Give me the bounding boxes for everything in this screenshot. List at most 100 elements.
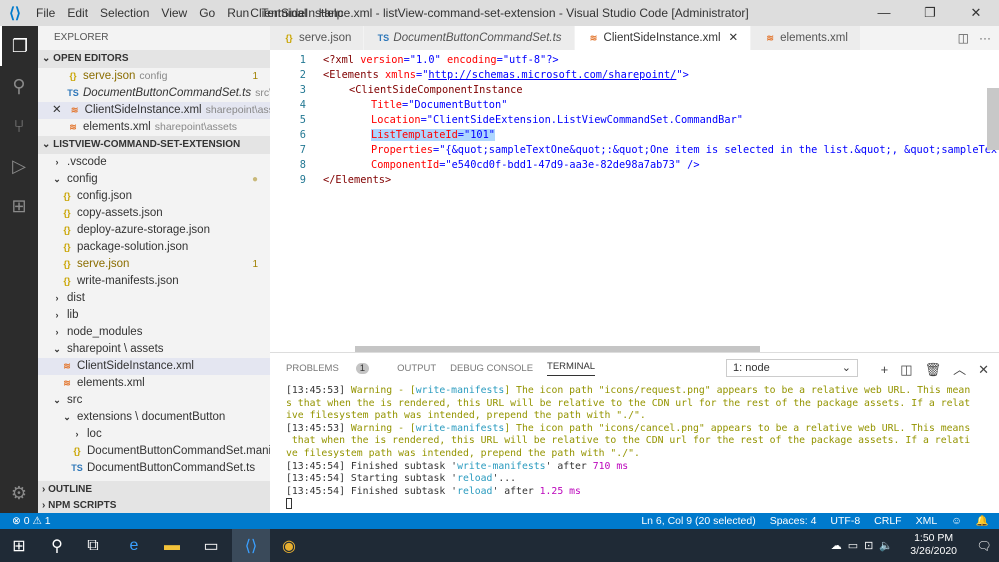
outline-header[interactable]: › OUTLINE <box>38 481 270 499</box>
minimize-button[interactable]: — <box>861 0 907 26</box>
tab-serve-json[interactable]: {} serve.json <box>270 26 365 50</box>
edge-browser-icon[interactable]: e <box>115 529 153 562</box>
tab-elements-xml[interactable]: ≋ elements.xml <box>751 26 861 50</box>
tree-folder[interactable]: › dist <box>38 290 270 307</box>
task-view-icon[interactable]: ⧉ <box>74 529 112 562</box>
npm-scripts-header[interactable]: › NPM SCRIPTS <box>38 499 270 513</box>
explorer-icon[interactable]: ❐ <box>0 26 38 66</box>
tree-folder[interactable]: ⌄ extensions \ documentButton <box>38 409 270 426</box>
problems-status[interactable]: ⊗ 0 ⚠ 1 <box>12 513 51 529</box>
tab-problems[interactable]: PROBLEMS 1 <box>286 362 383 374</box>
json-file-icon: {} <box>63 208 71 218</box>
open-editor-item[interactable]: TS DocumentButtonCommandSet.tssrc\exte... <box>38 85 270 102</box>
tree-file[interactable]: {} copy-assets.json <box>38 205 270 222</box>
tab-documentbuttoncommandset-ts[interactable]: TS DocumentButtonCommandSet.ts <box>364 26 575 50</box>
code-line-9: </Elements> <box>323 174 392 186</box>
run-debug-icon[interactable]: ▷ <box>0 146 38 186</box>
notifications-icon[interactable]: 🔔 <box>976 513 989 529</box>
source-control-icon[interactable]: ⑂ <box>0 106 38 146</box>
activity-bar: ❐ ⚲ ⑂ ▷ ⊞ ⚙ <box>0 26 38 513</box>
json-file-icon: {} <box>63 191 71 201</box>
explorer-sidebar: EXPLORER ⌄ OPEN EDITORS {} serve.json conf… <box>38 26 270 513</box>
menu-run[interactable]: Run <box>227 6 249 20</box>
tree-file[interactable]: {} config.json <box>38 188 270 205</box>
terminal-output[interactable]: [13:45:53] Warning - [write-manifests] T… <box>286 385 971 510</box>
tree-file[interactable]: TS DocumentButtonCommandSet.ts <box>38 460 270 477</box>
open-editor-item[interactable]: {} serve.json config 1 <box>38 68 270 85</box>
notification-center-icon[interactable]: 🗨 <box>969 529 999 562</box>
tab-debug-console[interactable]: DEBUG CONSOLE <box>450 363 533 374</box>
close-panel-icon[interactable]: ✕ <box>978 362 989 377</box>
tree-folder[interactable]: ⌄ sharepoint \ assets <box>38 341 270 358</box>
tree-file[interactable]: {} write-manifests.json <box>38 273 270 290</box>
split-terminal-icon[interactable]: ◫ <box>900 362 912 377</box>
tree-item-label: sharepoint \ assets <box>67 343 164 355</box>
menu-terminal[interactable]: Terminal <box>261 6 306 20</box>
terminal-app-icon[interactable]: ▭ <box>192 529 230 562</box>
json-file-icon: {} <box>63 259 71 269</box>
line-ending[interactable]: CRLF <box>874 513 901 529</box>
tree-file[interactable]: {} serve.json 1 <box>38 256 270 273</box>
tab-terminal[interactable]: TERMINAL <box>547 361 596 376</box>
tree-folder[interactable]: › .vscode <box>38 154 270 171</box>
menu-help[interactable]: Help <box>319 6 344 20</box>
tree-file[interactable]: {} deploy-azure-storage.json <box>38 222 270 239</box>
line-number: 7 <box>299 144 306 156</box>
indentation[interactable]: Spaces: 4 <box>770 513 817 529</box>
code-line-3: <ClientSideComponentInstance <box>349 84 523 96</box>
settings-gear-icon[interactable]: ⚙ <box>0 473 38 513</box>
menu-go[interactable]: Go <box>199 6 215 20</box>
menu-file[interactable]: File <box>36 6 55 20</box>
close-button[interactable]: ✕ <box>953 0 999 26</box>
kill-terminal-icon[interactable]: 🗑 <box>925 362 942 377</box>
search-icon[interactable]: ⚲ <box>38 529 76 562</box>
tab-output[interactable]: OUTPUT <box>397 363 436 374</box>
menu-edit[interactable]: Edit <box>67 6 88 20</box>
tree-file[interactable]: ≋ elements.xml <box>38 375 270 392</box>
more-actions-icon[interactable]: ··· <box>979 31 991 45</box>
xmlns-link[interactable]: http://schemas.microsoft.com/sharepoint/ <box>428 69 676 81</box>
cursor-position[interactable]: Ln 6, Col 9 (20 selected) <box>641 513 755 529</box>
menu-selection[interactable]: Selection <box>100 6 149 20</box>
open-editor-item[interactable]: ≋ elements.xml sharepoint\assets <box>38 119 270 136</box>
vscode-taskbar-icon[interactable]: ⟨⟩ <box>232 529 270 562</box>
encoding[interactable]: UTF-8 <box>830 513 860 529</box>
close-icon[interactable]: ✕ <box>52 104 62 116</box>
tree-folder[interactable]: ⌄ src <box>38 392 270 409</box>
tree-folder[interactable]: › lib <box>38 307 270 324</box>
search-icon[interactable]: ⚲ <box>0 66 38 106</box>
extensions-icon[interactable]: ⊞ <box>0 186 38 226</box>
menu-view[interactable]: View <box>161 6 187 20</box>
split-editor-icon[interactable]: ◫ <box>958 31 969 45</box>
code-editor[interactable]: 1 2 3 4 5 6 7 8 9 <?xml version="1.0" encoding="… <box>270 50 999 352</box>
tree-folder[interactable]: ⌄ config ● <box>38 171 270 188</box>
terminal-line: [13:45:53] Warning - [write-manifests] T… <box>286 422 971 434</box>
clock[interactable]: 1:50 PM 3/26/2020 <box>910 532 957 558</box>
code-line-4: Title="DocumentButton" <box>371 99 508 111</box>
terminal-line: [13:45:54] Finished subtask 'write-manif… <box>286 460 629 472</box>
tree-folder[interactable]: › loc <box>38 426 270 443</box>
project-header[interactable]: ⌄ LISTVIEW-COMMAND-SET-EXTENSION <box>38 136 270 154</box>
tree-folder[interactable]: › node_modules <box>38 324 270 341</box>
editor-vertical-scrollbar[interactable] <box>985 50 999 346</box>
chrome-icon[interactable]: ◉ <box>270 529 308 562</box>
open-editor-item[interactable]: ✕ ≋ ClientSideInstance.xmlsharepoint\asset… <box>38 102 270 119</box>
terminal-select[interactable]: 1: node ⌄ <box>726 359 858 377</box>
chevron-right-icon: › <box>75 429 79 439</box>
tree-file[interactable]: ≋ ClientSideInstance.xml <box>38 358 270 375</box>
tree-file[interactable]: {} package-solution.json <box>38 239 270 256</box>
tree-item-label: node_modules <box>67 326 143 338</box>
maximize-panel-icon[interactable]: ︿ <box>953 362 966 377</box>
start-button[interactable]: ⊞ <box>0 529 38 562</box>
open-editors-header[interactable]: ⌄ OPEN EDITORS <box>38 50 270 68</box>
file-explorer-icon[interactable]: ▬ <box>153 529 191 562</box>
restore-button[interactable]: ❐ <box>907 0 953 26</box>
close-tab-icon[interactable]: ✕ <box>729 32 739 44</box>
tree-file[interactable]: {} DocumentButtonCommandSet.manifest.j... <box>38 443 270 460</box>
file-name: serve.json <box>83 70 136 82</box>
new-terminal-icon[interactable]: + <box>881 362 889 377</box>
system-tray[interactable]: ☁▭⊡🔈 <box>831 539 899 552</box>
language-mode[interactable]: XML <box>916 513 938 529</box>
feedback-icon[interactable]: ☺ <box>951 513 962 529</box>
tab-clientsideinstance-xml[interactable]: ≋ ClientSideInstance.xml ✕ <box>574 26 752 50</box>
